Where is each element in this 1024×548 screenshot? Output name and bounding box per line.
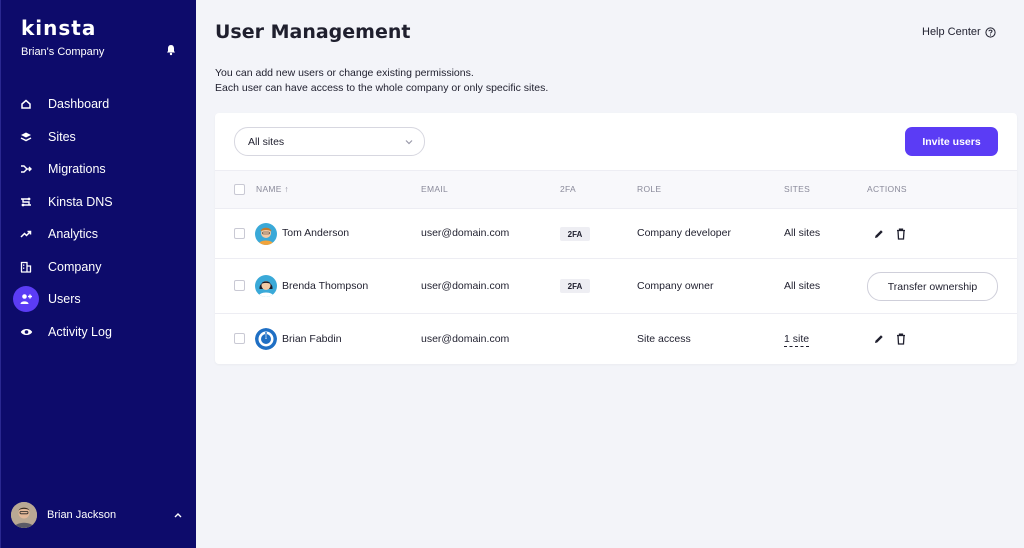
bell-icon[interactable]: [165, 44, 177, 56]
dns-icon: [13, 189, 39, 215]
avatar: [11, 502, 37, 528]
table-row: Tom Anderson user@domain.com 2FA Company…: [215, 209, 1017, 259]
column-header-2fa: 2FA: [560, 184, 577, 194]
sites-filter-value: All sites: [248, 135, 285, 148]
row-checkbox[interactable]: [234, 333, 245, 344]
transfer-ownership-button[interactable]: Transfer ownership: [867, 272, 998, 301]
sidebar-item-dashboard[interactable]: Dashboard: [1, 88, 197, 121]
edit-icon[interactable]: [872, 227, 886, 241]
page-description: You can add new users or change existing…: [215, 66, 548, 96]
user-role: Company owner: [637, 280, 714, 292]
avatar: [255, 223, 277, 245]
row-checkbox[interactable]: [234, 280, 245, 291]
sidebar-item-company[interactable]: Company: [1, 251, 197, 284]
user-email: user@domain.com: [421, 280, 510, 292]
avatar: [255, 328, 277, 350]
sidebar-item-kinsta-dns[interactable]: Kinsta DNS: [1, 186, 197, 219]
home-icon: [13, 91, 39, 117]
trend-icon: [13, 221, 39, 247]
add-user-icon: [13, 286, 39, 313]
column-header-role: ROLE: [637, 184, 662, 194]
table-row: Brenda Thompson user@domain.com 2FA Comp…: [215, 259, 1017, 314]
company-name[interactable]: Brian's Company: [21, 46, 104, 58]
migrate-icon: [13, 156, 39, 182]
user-name: Brian Jackson: [47, 509, 117, 521]
sidebar-nav: Dashboard Sites Migrations Kinsta DNS An…: [1, 88, 197, 348]
sites-filter-select[interactable]: All sites: [234, 127, 425, 156]
user-name: Tom Anderson: [282, 227, 350, 239]
user-name: Brenda Thompson: [282, 280, 369, 292]
users-card: All sites Invite users NAME ↑ EMAIL 2FA …: [215, 113, 1017, 364]
sidebar: kinsta Brian's Company Dashboard Sites M…: [0, 0, 196, 548]
layers-icon: [13, 124, 39, 150]
column-header-name[interactable]: NAME ↑: [256, 184, 289, 194]
avatar: [255, 275, 277, 297]
eye-icon: [13, 319, 39, 345]
sidebar-item-label: Company: [48, 259, 102, 274]
column-header-actions: ACTIONS: [867, 184, 907, 194]
help-center-label: Help Center: [922, 26, 981, 38]
table-header: NAME ↑ EMAIL 2FA ROLE SITES ACTIONS: [215, 170, 1017, 209]
twofa-badge: 2FA: [560, 227, 590, 241]
column-header-sites: SITES: [784, 184, 811, 194]
sidebar-item-label: Kinsta DNS: [48, 194, 113, 209]
sidebar-item-users[interactable]: Users: [1, 283, 197, 316]
sidebar-item-label: Analytics: [48, 227, 99, 242]
kinsta-logo[interactable]: kinsta: [21, 16, 96, 40]
user-menu[interactable]: Brian Jackson: [11, 502, 187, 528]
twofa-badge: 2FA: [560, 279, 590, 293]
building-icon: [13, 254, 39, 280]
description-line: You can add new users or change existing…: [215, 67, 474, 79]
user-email: user@domain.com: [421, 333, 510, 345]
table-row: Brian Fabdin user@domain.com Site access…: [215, 314, 1017, 364]
question-circle-icon: [985, 26, 996, 38]
description-line: Each user can have access to the whole c…: [215, 82, 549, 94]
sidebar-item-label: Users: [48, 292, 81, 307]
user-sites: All sites: [784, 280, 821, 292]
sidebar-item-sites[interactable]: Sites: [1, 121, 197, 154]
page-title: User Management: [215, 21, 411, 43]
user-role: Site access: [637, 333, 691, 345]
row-checkbox[interactable]: [234, 228, 245, 239]
sidebar-item-migrations[interactable]: Migrations: [1, 153, 197, 186]
sidebar-item-label: Activity Log: [48, 324, 112, 339]
select-all-checkbox[interactable]: [234, 184, 245, 195]
invite-users-button[interactable]: Invite users: [905, 127, 998, 156]
chevron-down-icon: [405, 140, 413, 145]
chevron-up-icon[interactable]: [173, 510, 183, 520]
trash-icon[interactable]: [894, 227, 908, 241]
trash-icon[interactable]: [894, 332, 908, 346]
help-center-link[interactable]: Help Center: [922, 26, 996, 38]
user-name: Brian Fabdin: [282, 333, 342, 345]
user-email: user@domain.com: [421, 227, 510, 239]
user-role: Company developer: [637, 227, 731, 239]
edit-icon[interactable]: [872, 332, 886, 346]
sidebar-item-activity-log[interactable]: Activity Log: [1, 316, 197, 349]
column-header-email: EMAIL: [421, 184, 449, 194]
sidebar-item-label: Migrations: [48, 162, 106, 177]
user-sites-link[interactable]: 1 site: [784, 333, 810, 347]
user-sites: All sites: [784, 227, 821, 239]
sidebar-item-label: Dashboard: [48, 97, 110, 112]
sidebar-item-analytics[interactable]: Analytics: [1, 218, 197, 251]
sidebar-item-label: Sites: [48, 129, 76, 144]
